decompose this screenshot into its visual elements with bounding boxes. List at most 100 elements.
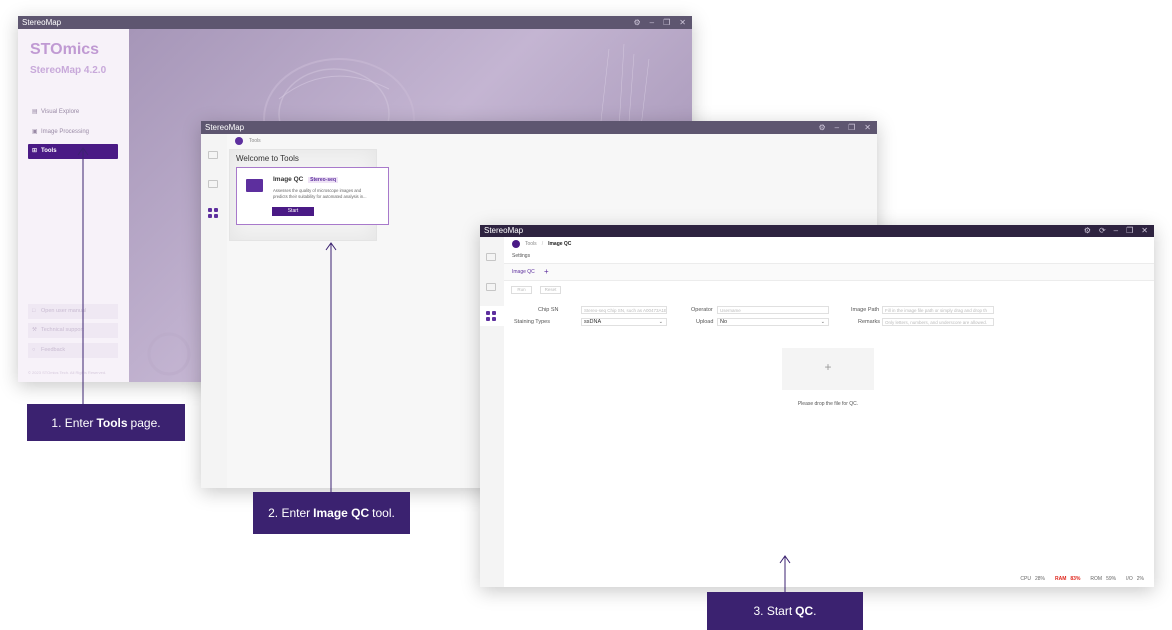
breadcrumb-separator: / [541,240,544,247]
chevron-down-icon: ⌄ [658,319,663,325]
restore-icon[interactable]: ❐ [848,121,855,134]
callout-step3: 3. Start QC. [707,592,863,630]
window-controls: ⚙ – ❐ ✕ [819,121,872,134]
close-icon[interactable]: ✕ [1141,225,1148,237]
file-drop-zone[interactable]: + [782,348,874,390]
card-desc-line: predicts their suitability for automated… [273,194,367,199]
image-path-label: Image Path [851,307,880,313]
callout-text: page. [130,415,161,430]
reset-button[interactable]: Reset [540,286,561,294]
open-user-manual-link[interactable]: □ Open user manual [28,304,118,319]
sidebar-item-visual-explore[interactable]: ▤ Visual Explore [28,105,118,120]
image-processing-icon[interactable] [486,283,496,291]
tools-icon[interactable] [486,311,496,321]
callout-text: 3. Start [753,604,793,618]
minimize-icon[interactable]: – [1114,225,1118,237]
sidebar-item-tools[interactable]: ⊞ Tools [28,144,118,159]
breadcrumb-tools[interactable]: Tools [525,241,537,247]
window-title: StereoMap [22,18,62,27]
home-icon[interactable] [512,239,520,248]
image-qc-icon [246,179,263,192]
cpu-value: 28% [1034,576,1045,582]
title-bar: StereoMap ⚙ – ❐ ✕ [18,16,692,29]
callout-text: tool. [372,506,395,520]
visual-explore-icon[interactable] [486,253,496,261]
status-bar: CPU 28% RAM 83% ROM 59% I/O 2% [1020,576,1144,582]
tab-image-qc[interactable]: Image QC [512,269,535,275]
minimize-icon[interactable]: – [650,16,654,29]
restore-icon[interactable]: ❐ [663,16,670,29]
chip-sn-label: Chip SN [538,307,559,313]
callout-bold: QC [795,604,814,618]
card-description: Assesses the quality of microscope image… [273,188,367,200]
chip-sn-input[interactable]: Stereo-seq Chip SN, such as A00473A1B2 o… [581,306,667,314]
upload-value: No [720,319,728,325]
callout-step1: 1. Enter Tools page. [27,404,185,441]
callout-text: 1. Enter [51,415,94,430]
window-title: StereoMap [484,226,524,235]
close-icon[interactable]: ✕ [864,121,871,134]
sidebar-item-label: Tools [41,148,57,154]
callout-text: . [813,604,817,618]
breadcrumb-tools[interactable]: Tools [249,138,261,144]
tab-add-button[interactable]: + [544,267,549,276]
image-processing-icon[interactable] [208,180,218,188]
operator-input[interactable]: Username [717,306,829,314]
remarks-label: Remarks [858,319,881,325]
settings-icon[interactable]: ⚙ [1084,225,1091,237]
io-label: I/O [1126,576,1133,582]
close-icon[interactable]: ✕ [679,16,686,29]
settings-icon[interactable]: ⚙ [819,121,826,134]
app-version: StereoMap 4.2.0 [30,65,107,76]
rom-value: 59% [1106,576,1117,582]
visual-explore-icon[interactable] [208,151,218,159]
staining-types-value: ssDNA [584,319,602,325]
upload-select[interactable]: No ⌄ [717,318,829,326]
settings-tab[interactable]: Settings [512,253,530,259]
refresh-icon[interactable]: ⟳ [1099,225,1106,237]
io-value: 2% [1136,576,1144,582]
image-path-input[interactable]: Fill in the image file path or simply dr… [882,306,994,314]
home-icon[interactable] [235,136,243,145]
window-title: StereoMap [205,123,245,132]
callout-bold: Image QC [313,506,370,520]
remarks-input[interactable]: Only letters, numbers, and underscore ar… [882,318,994,326]
minimize-icon[interactable]: – [835,121,839,134]
staining-types-label: Staining Types [514,319,550,325]
badge-stereo-seq: Stereo-seq [308,177,338,183]
window-controls: ⚙ – ❐ ✕ [634,16,687,29]
copyright-text: © 2023 STOmics Tech. All Rights Reserved… [28,370,107,375]
callout-bold: Tools [96,415,128,430]
tools-icon[interactable] [208,208,218,218]
stereomap-window-image-qc: StereoMap ⚙ ⟳ – ❐ ✕ Tools / Image QC Set… [480,225,1154,587]
feedback-link[interactable]: ○ Feedback [28,343,118,358]
book-icon: □ [32,308,36,314]
staining-types-select[interactable]: ssDNA ⌄ [581,318,667,326]
title-bar: StereoMap ⚙ – ❐ ✕ [201,121,877,134]
callout-step2: 2. Enter Image QC tool. [253,492,410,534]
sidebar-item-label: Visual Explore [41,109,80,115]
start-button[interactable]: Start [272,207,314,216]
settings-icon[interactable]: ⚙ [634,16,641,29]
technical-support-link[interactable]: ⚒ Technical support [28,323,118,338]
card-title: Image QC Stereo-seq [273,176,338,183]
title-bar: StereoMap ⚙ ⟳ – ❐ ✕ [480,225,1154,237]
icon-rail [480,237,504,587]
operator-label: Operator [691,307,713,313]
callout-text: 2. Enter [268,506,311,520]
ram-value: 83% [1070,576,1081,582]
card-title-text: Image QC [273,176,304,183]
rom-label: ROM [1090,576,1103,582]
image-qc-card-content: Image QC Stereo-seq Assesses the quality… [235,167,388,225]
restore-icon[interactable]: ❐ [1126,225,1133,237]
sidebar: STOmics StereoMap 4.2.0 ▤ Visual Explore … [18,29,129,382]
add-file-icon: + [824,360,832,374]
sidebar-item-image-processing[interactable]: ▣ Image Processing [28,125,118,140]
sidebar-item-label: Image Processing [41,129,90,135]
brand-logo: STOmics [30,41,100,58]
drop-hint-text: Please drop the file for QC. [797,401,859,407]
link-label: Feedback [41,347,66,353]
image-icon: ▣ [32,129,38,135]
run-button[interactable]: Run [511,286,532,294]
cpu-label: CPU [1020,576,1031,582]
